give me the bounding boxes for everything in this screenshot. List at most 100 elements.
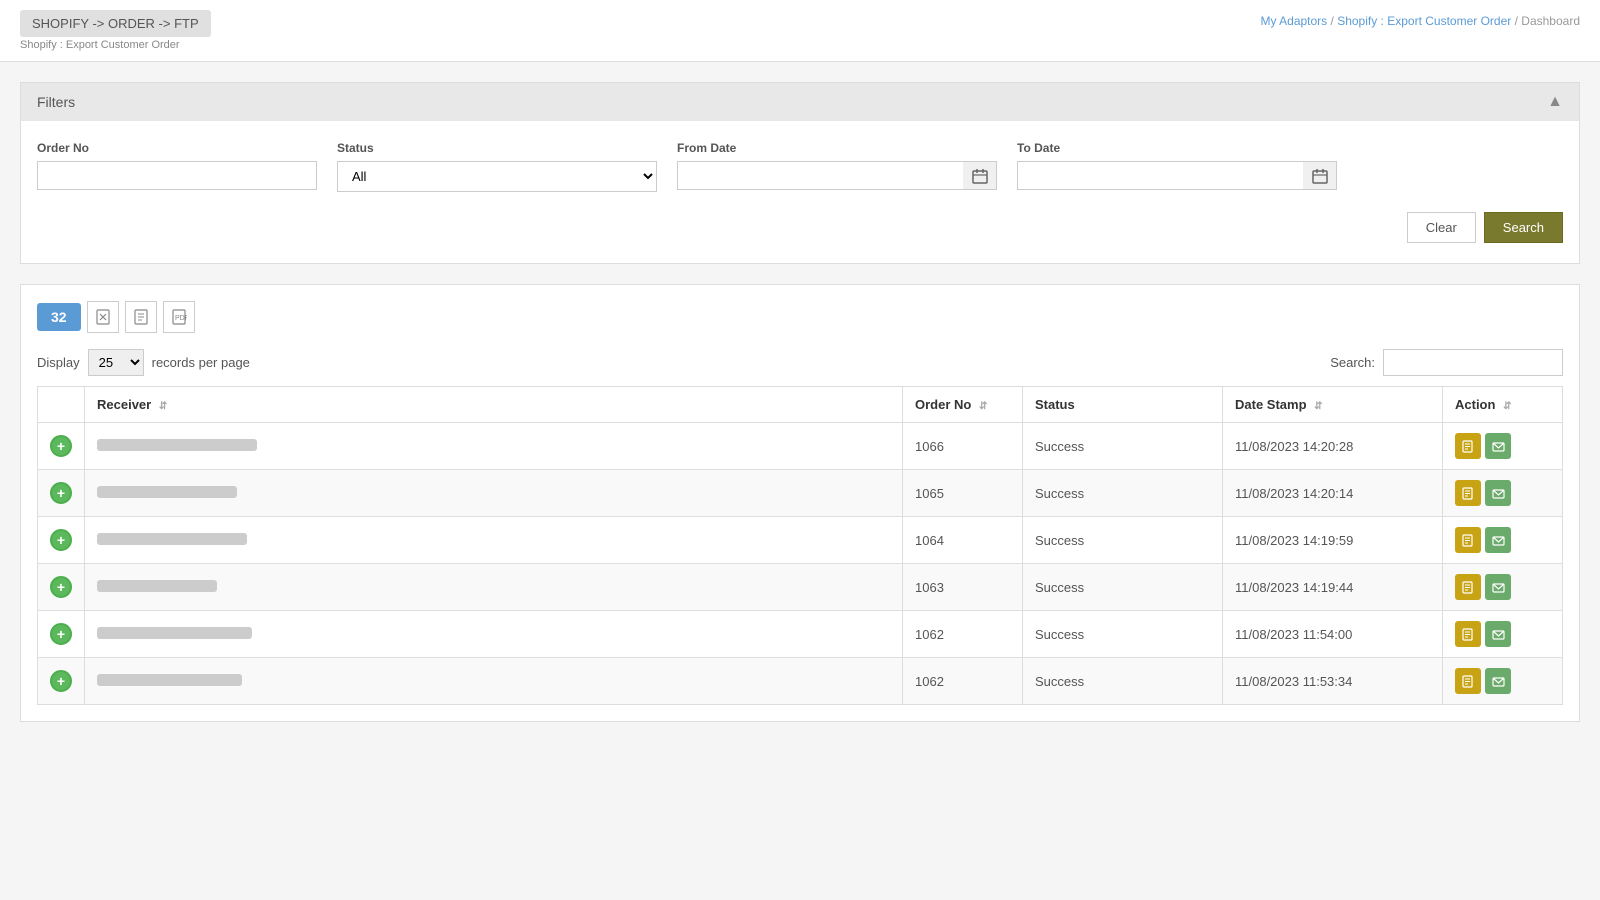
row-status-icon-cell bbox=[38, 470, 85, 517]
success-icon bbox=[50, 623, 72, 645]
clear-button[interactable]: Clear bbox=[1407, 212, 1476, 243]
row-receiver bbox=[85, 470, 903, 517]
export-csv-button[interactable] bbox=[125, 301, 157, 333]
table-row: 1066Success11/08/2023 14:20:28 bbox=[38, 423, 1563, 470]
display-label: Display bbox=[37, 355, 80, 370]
row-order-no: 1062 bbox=[903, 658, 1023, 705]
action-buttons bbox=[1455, 621, 1550, 647]
results-toolbar: 32 PDF bbox=[37, 301, 1563, 333]
breadcrumb: My Adaptors / Shopify : Export Customer … bbox=[1260, 10, 1580, 30]
order-no-input[interactable] bbox=[37, 161, 317, 190]
receiver-text bbox=[97, 533, 247, 545]
row-order-no: 1064 bbox=[903, 517, 1023, 564]
table-row: 1063Success11/08/2023 14:19:44 bbox=[38, 564, 1563, 611]
col-status: Status bbox=[1023, 387, 1223, 423]
order-no-label: Order No bbox=[37, 141, 317, 155]
row-date-stamp: 11/08/2023 11:54:00 bbox=[1223, 611, 1443, 658]
row-action bbox=[1443, 611, 1563, 658]
filters-collapse-icon[interactable]: ▲ bbox=[1547, 93, 1563, 111]
to-date-input[interactable] bbox=[1017, 161, 1337, 190]
records-per-page-label: records per page bbox=[152, 355, 250, 370]
filters-actions: Clear Search bbox=[37, 208, 1563, 243]
action-mail-button[interactable] bbox=[1485, 480, 1511, 506]
success-icon bbox=[50, 482, 72, 504]
col-action[interactable]: Action ⇵ bbox=[1443, 387, 1563, 423]
table-header: Receiver ⇵ Order No ⇵ Status Date Stamp … bbox=[38, 387, 1563, 423]
row-action bbox=[1443, 470, 1563, 517]
filter-status-group: Status All Success Failed Pending bbox=[337, 141, 657, 192]
page-header: SHOPIFY -> ORDER -> FTP Shopify : Export… bbox=[0, 0, 1600, 62]
receiver-text bbox=[97, 627, 252, 639]
from-date-input[interactable] bbox=[677, 161, 997, 190]
action-mail-button[interactable] bbox=[1485, 527, 1511, 553]
row-date-stamp: 11/08/2023 14:19:59 bbox=[1223, 517, 1443, 564]
row-order-no: 1065 bbox=[903, 470, 1023, 517]
row-order-no: 1063 bbox=[903, 564, 1023, 611]
filters-row: Order No Status All Success Failed Pendi… bbox=[37, 141, 1563, 192]
row-status: Success bbox=[1023, 658, 1223, 705]
col-order-no[interactable]: Order No ⇵ bbox=[903, 387, 1023, 423]
action-sort-icon[interactable]: ⇵ bbox=[1503, 401, 1511, 412]
action-doc-button[interactable] bbox=[1455, 621, 1481, 647]
action-doc-button[interactable] bbox=[1455, 574, 1481, 600]
row-date-stamp: 11/08/2023 14:19:44 bbox=[1223, 564, 1443, 611]
export-pdf-button[interactable]: PDF bbox=[163, 301, 195, 333]
filters-header[interactable]: Filters ▲ bbox=[21, 83, 1579, 121]
svg-text:PDF: PDF bbox=[175, 315, 187, 322]
row-status-icon-cell bbox=[38, 517, 85, 564]
action-mail-button[interactable] bbox=[1485, 668, 1511, 694]
row-receiver bbox=[85, 564, 903, 611]
search-button[interactable]: Search bbox=[1484, 212, 1563, 243]
row-action bbox=[1443, 564, 1563, 611]
table-row: 1062Success11/08/2023 11:53:34 bbox=[38, 658, 1563, 705]
action-buttons bbox=[1455, 433, 1550, 459]
pagination-controls: Display 10 25 50 100 records per page Se… bbox=[37, 349, 1563, 376]
per-page-select[interactable]: 10 25 50 100 bbox=[88, 349, 144, 376]
status-select[interactable]: All Success Failed Pending bbox=[337, 161, 657, 192]
action-buttons bbox=[1455, 480, 1550, 506]
action-doc-button[interactable] bbox=[1455, 433, 1481, 459]
row-order-no: 1062 bbox=[903, 611, 1023, 658]
col-receiver[interactable]: Receiver ⇵ bbox=[85, 387, 903, 423]
col-status-icon bbox=[38, 387, 85, 423]
records-count-badge: 32 bbox=[37, 303, 81, 331]
from-date-calendar-icon[interactable] bbox=[963, 161, 997, 190]
filters-body: Order No Status All Success Failed Pendi… bbox=[21, 121, 1579, 263]
to-date-label: To Date bbox=[1017, 141, 1337, 155]
app-name: SHOPIFY -> ORDER -> FTP bbox=[20, 10, 211, 37]
row-status-icon-cell bbox=[38, 611, 85, 658]
export-xlsx-button[interactable] bbox=[87, 301, 119, 333]
action-mail-button[interactable] bbox=[1485, 433, 1511, 459]
row-status: Success bbox=[1023, 517, 1223, 564]
breadcrumb-shopify-export[interactable]: Shopify : Export Customer Order bbox=[1337, 14, 1511, 28]
table-row: 1064Success11/08/2023 14:19:59 bbox=[38, 517, 1563, 564]
row-action bbox=[1443, 517, 1563, 564]
table-search-control: Search: bbox=[1330, 349, 1563, 376]
to-date-wrap bbox=[1017, 161, 1337, 190]
action-doc-button[interactable] bbox=[1455, 527, 1481, 553]
filter-order-no-group: Order No bbox=[37, 141, 317, 192]
row-receiver bbox=[85, 611, 903, 658]
action-doc-button[interactable] bbox=[1455, 668, 1481, 694]
action-mail-button[interactable] bbox=[1485, 621, 1511, 647]
table-row: 1062Success11/08/2023 11:54:00 bbox=[38, 611, 1563, 658]
table-search-input[interactable] bbox=[1383, 349, 1563, 376]
breadcrumb-dashboard: Dashboard bbox=[1521, 14, 1580, 28]
main-content: Filters ▲ Order No Status All Success Fa… bbox=[0, 62, 1600, 742]
date-stamp-sort-icon[interactable]: ⇵ bbox=[1314, 401, 1322, 412]
row-date-stamp: 11/08/2023 11:53:34 bbox=[1223, 658, 1443, 705]
receiver-sort-icon[interactable]: ⇵ bbox=[159, 401, 167, 412]
order-no-sort-icon[interactable]: ⇵ bbox=[979, 401, 987, 412]
table-row: 1065Success11/08/2023 14:20:14 bbox=[38, 470, 1563, 517]
row-receiver bbox=[85, 423, 903, 470]
col-date-stamp[interactable]: Date Stamp ⇵ bbox=[1223, 387, 1443, 423]
breadcrumb-my-adaptors[interactable]: My Adaptors bbox=[1260, 14, 1327, 28]
success-icon bbox=[50, 670, 72, 692]
action-mail-button[interactable] bbox=[1485, 574, 1511, 600]
success-icon bbox=[50, 576, 72, 598]
row-order-no: 1066 bbox=[903, 423, 1023, 470]
row-status: Success bbox=[1023, 470, 1223, 517]
to-date-calendar-icon[interactable] bbox=[1303, 161, 1337, 190]
action-doc-button[interactable] bbox=[1455, 480, 1481, 506]
table-header-row: Receiver ⇵ Order No ⇵ Status Date Stamp … bbox=[38, 387, 1563, 423]
